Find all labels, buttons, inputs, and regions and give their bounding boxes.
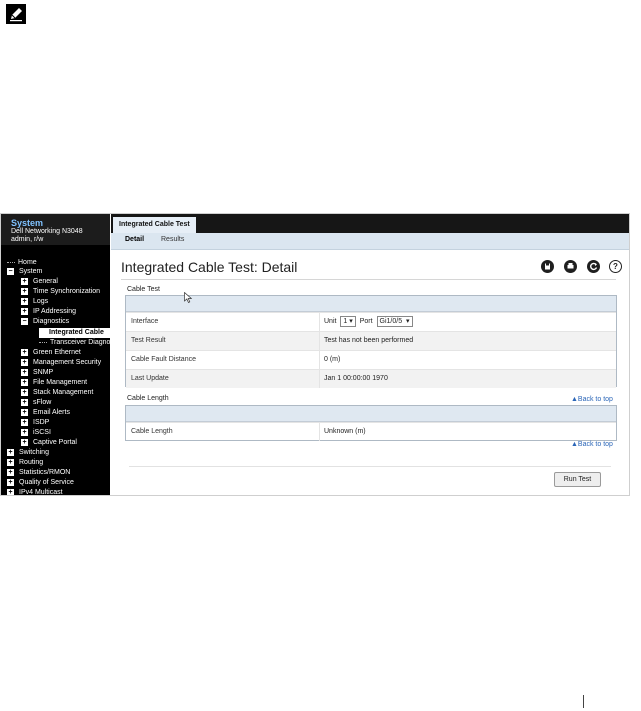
navigation-panel: System Dell Networking N3048 admin, r/w … xyxy=(1,214,110,495)
expand-icon[interactable]: + xyxy=(21,277,28,285)
page-title: Integrated Cable Test: Detail xyxy=(121,259,298,275)
tree-item-isdp[interactable]: + ISDP xyxy=(21,418,49,428)
expand-icon[interactable]: + xyxy=(21,368,28,376)
expand-icon[interactable]: + xyxy=(21,428,28,436)
printer-icon xyxy=(567,263,574,269)
table-row-fault-distance: Cable Fault Distance 0 (m) xyxy=(126,350,616,369)
table-header xyxy=(126,296,616,312)
floppy-icon xyxy=(545,263,550,270)
subtab-detail[interactable]: Detail xyxy=(125,236,144,243)
collapse-icon[interactable]: − xyxy=(7,267,14,275)
fault-distance-value: 0 (m) xyxy=(324,356,341,363)
collapse-icon[interactable]: − xyxy=(21,317,28,325)
tree-item-green-ethernet[interactable]: + Green Ethernet xyxy=(21,348,81,358)
subtab-bar: Detail Results xyxy=(111,233,629,250)
title-divider xyxy=(121,279,616,280)
tree-item-statistics-rmon[interactable]: + Statistics/RMON xyxy=(7,468,70,478)
expand-icon[interactable]: + xyxy=(21,388,28,396)
refresh-arrow-icon xyxy=(590,262,598,271)
nav-title: System xyxy=(11,218,44,228)
test-result-value: Test has not been performed xyxy=(324,337,414,344)
tree-item-routing[interactable]: + Routing xyxy=(7,458,43,468)
tree-item-general[interactable]: + General xyxy=(21,277,58,287)
cable-test-table: Interface Unit 1 ▾ Port Gi1/0/5 ▾ Test R… xyxy=(125,295,617,388)
screenshot-frame: System Dell Networking N3048 admin, r/w … xyxy=(0,213,630,496)
tree-item-diagnostics[interactable]: − Diagnostics xyxy=(21,317,69,327)
tree-item-time-sync[interactable]: + Time Synchronization xyxy=(21,287,100,297)
expand-icon[interactable]: + xyxy=(7,448,14,456)
help-icon[interactable]: ? xyxy=(609,260,622,273)
run-test-button[interactable]: Run Test xyxy=(554,472,601,487)
tree-item-management-security[interactable]: + Management Security xyxy=(21,358,101,368)
tab-integrated-cable-test[interactable]: Integrated Cable Test xyxy=(113,217,196,233)
expand-icon[interactable]: + xyxy=(21,398,28,406)
subtab-results[interactable]: Results xyxy=(161,236,184,243)
tree-item-sflow[interactable]: + sFlow xyxy=(21,398,51,408)
device-name: Dell Networking N3048 xyxy=(11,228,83,235)
last-update-value: Jan 1 00:00:00 1970 xyxy=(324,375,388,382)
tree-item-system[interactable]: − System xyxy=(7,267,42,277)
tree-item-transceiver-diag[interactable]: Transceiver Diagno xyxy=(39,338,110,348)
table-row-interface: Interface Unit 1 ▾ Port Gi1/0/5 ▾ xyxy=(126,312,616,331)
page-margin-line xyxy=(583,695,584,708)
tree-item-switching[interactable]: + Switching xyxy=(7,448,49,458)
user-info: admin, r/w xyxy=(11,236,44,243)
table-header xyxy=(126,406,616,422)
tree-item-stack-management[interactable]: + Stack Management xyxy=(21,388,93,398)
port-label: Port xyxy=(359,318,373,325)
table-row-test-result: Test Result Test has not been performed xyxy=(126,331,616,350)
tree-item-qos[interactable]: + Quality of Service xyxy=(7,478,74,488)
expand-icon[interactable]: + xyxy=(7,458,14,466)
tab-bar: Integrated Cable Test xyxy=(111,214,629,233)
expand-icon[interactable]: + xyxy=(21,348,28,356)
tree-item-iscsi[interactable]: + iSCSI xyxy=(21,428,51,438)
port-select[interactable]: Gi1/0/5 ▾ xyxy=(376,316,413,327)
expand-icon[interactable]: + xyxy=(21,418,28,426)
tree-item-file-management[interactable]: + File Management xyxy=(21,378,87,388)
refresh-icon[interactable] xyxy=(587,260,600,273)
save-icon[interactable] xyxy=(541,260,554,273)
cable-length-table: Cable Length Unknown (m) xyxy=(125,405,617,441)
unit-label: Unit xyxy=(324,318,337,325)
expand-icon[interactable]: + xyxy=(21,307,28,315)
expand-icon[interactable]: + xyxy=(7,478,14,486)
table-row-cable-length: Cable Length Unknown (m) xyxy=(126,422,616,441)
expand-icon[interactable]: + xyxy=(21,438,28,446)
expand-icon[interactable]: + xyxy=(7,468,14,476)
expand-icon[interactable]: + xyxy=(21,297,28,305)
nav-header: System Dell Networking N3048 admin, r/w xyxy=(1,214,110,245)
tree-item-ip-addressing[interactable]: + IP Addressing xyxy=(21,307,76,317)
back-to-top-link[interactable]: ▲Back to top xyxy=(571,396,613,403)
footer-divider xyxy=(129,466,611,467)
tree-item-captive-portal[interactable]: + Captive Portal xyxy=(21,438,77,448)
main-panel: Integrated Cable Test Detail Results Int… xyxy=(111,214,629,495)
tree-item-snmp[interactable]: + SNMP xyxy=(21,368,53,378)
tree-item-email-alerts[interactable]: + Email Alerts xyxy=(21,408,70,418)
expand-icon[interactable]: + xyxy=(21,378,28,386)
expand-icon[interactable]: + xyxy=(21,408,28,416)
expand-icon[interactable]: + xyxy=(21,358,28,366)
mouse-cursor-icon xyxy=(184,292,192,303)
tree-item-logs[interactable]: + Logs xyxy=(21,297,48,307)
table-row-last-update: Last Update Jan 1 00:00:00 1970 xyxy=(126,369,616,388)
tree-item-integrated-cable[interactable]: Integrated Cable xyxy=(39,328,110,338)
cable-length-value: Unknown (m) xyxy=(324,428,366,435)
note-pencil-icon xyxy=(6,4,26,24)
cable-length-label: Cable Length xyxy=(127,395,169,402)
cable-test-label: Cable Test xyxy=(127,286,160,293)
tree-item-ipv4-multicast[interactable]: + IPv4 Multicast xyxy=(7,488,63,495)
expand-icon[interactable]: + xyxy=(7,488,14,495)
back-to-top-link[interactable]: ▲Back to top xyxy=(571,441,613,448)
expand-icon[interactable]: + xyxy=(21,287,28,295)
unit-select[interactable]: 1 ▾ xyxy=(340,316,356,327)
print-icon[interactable] xyxy=(564,260,577,273)
